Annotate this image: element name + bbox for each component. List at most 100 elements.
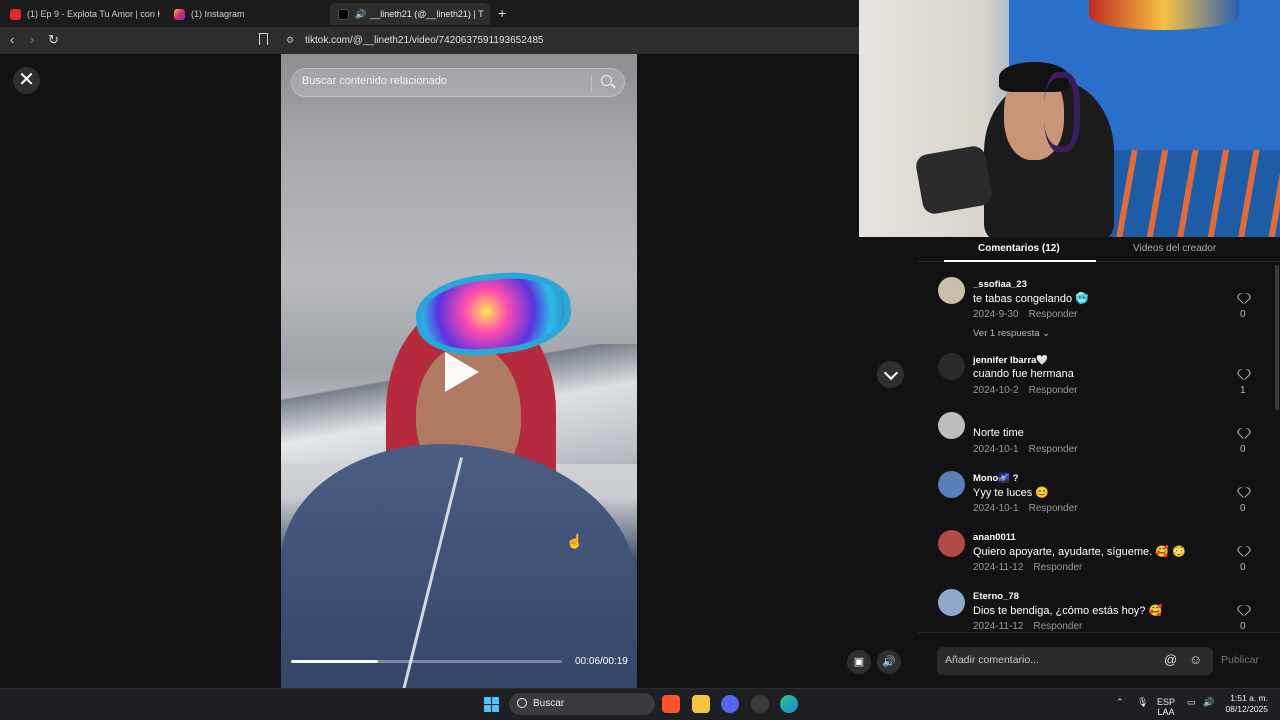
comment-username[interactable]: Eterno_78: [973, 591, 1019, 602]
language-indicator[interactable]: ESP LAA: [1157, 697, 1175, 717]
heart-icon[interactable]: [1238, 547, 1250, 558]
play-icon[interactable]: [445, 352, 479, 392]
view-replies-button[interactable]: Ver 1 respuesta ⌄: [973, 328, 1050, 339]
comment-text: te tabas congelando 🥶: [973, 293, 1089, 305]
like-count: 0: [1240, 444, 1246, 455]
comment-username[interactable]: jennifer Ibarra🤍: [973, 355, 1048, 366]
tab-label: (1) Ep 9 - Explota Tu Amor | con K4G: [27, 9, 160, 19]
back-icon[interactable]: ‹: [10, 32, 14, 47]
comment-item: Mono🌌 ? Yyy te luces 😊 2024-10-1 Responde…: [938, 471, 1268, 519]
heart-icon[interactable]: [1238, 488, 1250, 499]
tab-comments[interactable]: Comentarios (12): [978, 243, 1060, 254]
reply-button[interactable]: Responder: [1029, 385, 1078, 396]
comment-username[interactable]: anan0011: [973, 532, 1016, 543]
comment-date: 2024-10-1: [973, 444, 1019, 455]
browser-toolbar: ‹ › ↻ ⚙ tiktok.com/@__lineth21/video/742…: [0, 27, 860, 54]
video-progress-fill: [291, 660, 378, 663]
heart-icon[interactable]: [1238, 294, 1250, 305]
search-icon: [517, 698, 527, 708]
tab-label: (1) Instagram: [191, 9, 245, 19]
webcam-bed: [1089, 150, 1280, 237]
app-icon[interactable]: [751, 695, 769, 713]
comment-username[interactable]: _ssofiaa_23: [973, 279, 1027, 290]
related-search-input[interactable]: [302, 75, 592, 87]
address-bar[interactable]: tiktok.com/@__lineth21/video/74206375911…: [305, 35, 543, 46]
comment-text: Dios te bendiga, ¿cómo estás hoy? 🥰: [973, 605, 1163, 617]
volume-icon[interactable]: 🔊: [877, 650, 901, 674]
network-icon[interactable]: ▭: [1187, 697, 1196, 707]
reply-button[interactable]: Responder: [1033, 621, 1082, 632]
video-player[interactable]: [281, 54, 637, 688]
discord-icon[interactable]: [721, 695, 739, 713]
tab-instagram[interactable]: (1) Instagram: [166, 3, 326, 25]
reply-button[interactable]: Responder: [1029, 309, 1078, 320]
microphone-icon[interactable]: 🎙: [1137, 697, 1148, 707]
reply-button[interactable]: Responder: [1029, 444, 1078, 455]
like-count: 0: [1240, 621, 1246, 632]
like-count: 0: [1240, 503, 1246, 514]
mention-icon[interactable]: @: [1164, 652, 1177, 667]
tab-youtube[interactable]: (1) Ep 9 - Explota Tu Amor | con K4G: [2, 3, 160, 25]
close-video-button[interactable]: ✕: [13, 67, 40, 94]
avatar[interactable]: [938, 277, 965, 304]
edge-browser-icon[interactable]: [780, 695, 798, 713]
avatar[interactable]: [938, 412, 965, 439]
tiktok-icon: [338, 8, 349, 20]
comment-date: 2024-11-12: [973, 621, 1024, 632]
comment-meta: 2024-9-30 Responder: [973, 309, 1078, 320]
tray-chevron-icon[interactable]: ⌃: [1116, 697, 1124, 707]
microphone-icon: [914, 144, 994, 216]
comment-input-box: @ ☺: [937, 647, 1213, 675]
like-count: 0: [1240, 309, 1246, 320]
comment-meta: 2024-10-1 Responder: [973, 444, 1078, 455]
video-progress-bar[interactable]: [291, 660, 562, 663]
reload-icon[interactable]: ↻: [48, 32, 59, 48]
avatar[interactable]: [938, 353, 965, 380]
next-video-button[interactable]: [877, 361, 904, 388]
search-icon[interactable]: [601, 75, 612, 86]
reply-button[interactable]: Responder: [1029, 503, 1078, 514]
emoji-icon[interactable]: ☺: [1189, 652, 1202, 667]
comment-meta: 2024-11-12 Responder: [973, 621, 1082, 632]
speaker-icon: 🔊: [355, 8, 367, 19]
comment-item: _ssofiaa_23 te tabas congelando 🥶 2024-9…: [938, 277, 1268, 339]
reply-button[interactable]: Responder: [1033, 562, 1082, 573]
volume-icon[interactable]: 🔊: [1203, 697, 1214, 707]
heart-icon[interactable]: [1238, 606, 1250, 617]
comment-item: Eterno_78 Dios te bendiga, ¿cómo estás h…: [938, 589, 1268, 632]
comment-username[interactable]: Mono🌌 ?: [973, 473, 1019, 484]
avatar[interactable]: [938, 589, 965, 616]
comment-input[interactable]: [945, 654, 1155, 666]
youtube-icon: [10, 8, 21, 20]
brave-browser-icon[interactable]: [662, 695, 680, 713]
instagram-icon: [174, 8, 185, 20]
comments-scrollbar[interactable]: [1275, 265, 1279, 410]
like-count: 0: [1240, 562, 1246, 573]
screen: (1) Ep 9 - Explota Tu Amor | con K4G (1)…: [0, 0, 1280, 720]
new-tab-button[interactable]: +: [498, 5, 506, 21]
publish-button[interactable]: Publicar: [1221, 654, 1259, 666]
video-time: 00:06/00:19: [575, 656, 628, 667]
avatar[interactable]: [938, 530, 965, 557]
clock-date: 08/12/2025: [1225, 704, 1268, 714]
comment-date: 2024-9-30: [973, 309, 1019, 320]
heart-icon[interactable]: [1238, 370, 1250, 381]
taskbar-search[interactable]: Buscar: [509, 693, 655, 715]
taskbar-clock[interactable]: 1:51 a. m. 08/12/2025: [1224, 693, 1268, 715]
bookmark-icon[interactable]: [259, 33, 268, 45]
tab-tiktok[interactable]: 🔊 __lineth21 (@__lineth21) | T ✕: [330, 3, 490, 25]
site-info-icon[interactable]: ⚙: [286, 35, 294, 46]
active-tab-indicator: [944, 260, 1096, 262]
floating-player-icon[interactable]: ▣: [847, 650, 871, 674]
comment-item: jennifer Ibarra🤍 cuando fue hermana 2024…: [938, 353, 1268, 401]
windows-start-icon[interactable]: [484, 697, 499, 712]
language-code: ESP: [1157, 697, 1176, 707]
file-explorer-icon[interactable]: [692, 695, 710, 713]
heart-icon[interactable]: [1238, 429, 1250, 440]
related-search-bar: [291, 68, 625, 97]
tab-creator-videos[interactable]: Videos del creador: [1133, 243, 1216, 254]
avatar[interactable]: [938, 471, 965, 498]
forward-icon[interactable]: ›: [30, 32, 34, 47]
browser-tab-strip: (1) Ep 9 - Explota Tu Amor | con K4G (1)…: [0, 0, 860, 27]
comment-meta: 2024-10-1 Responder: [973, 503, 1078, 514]
